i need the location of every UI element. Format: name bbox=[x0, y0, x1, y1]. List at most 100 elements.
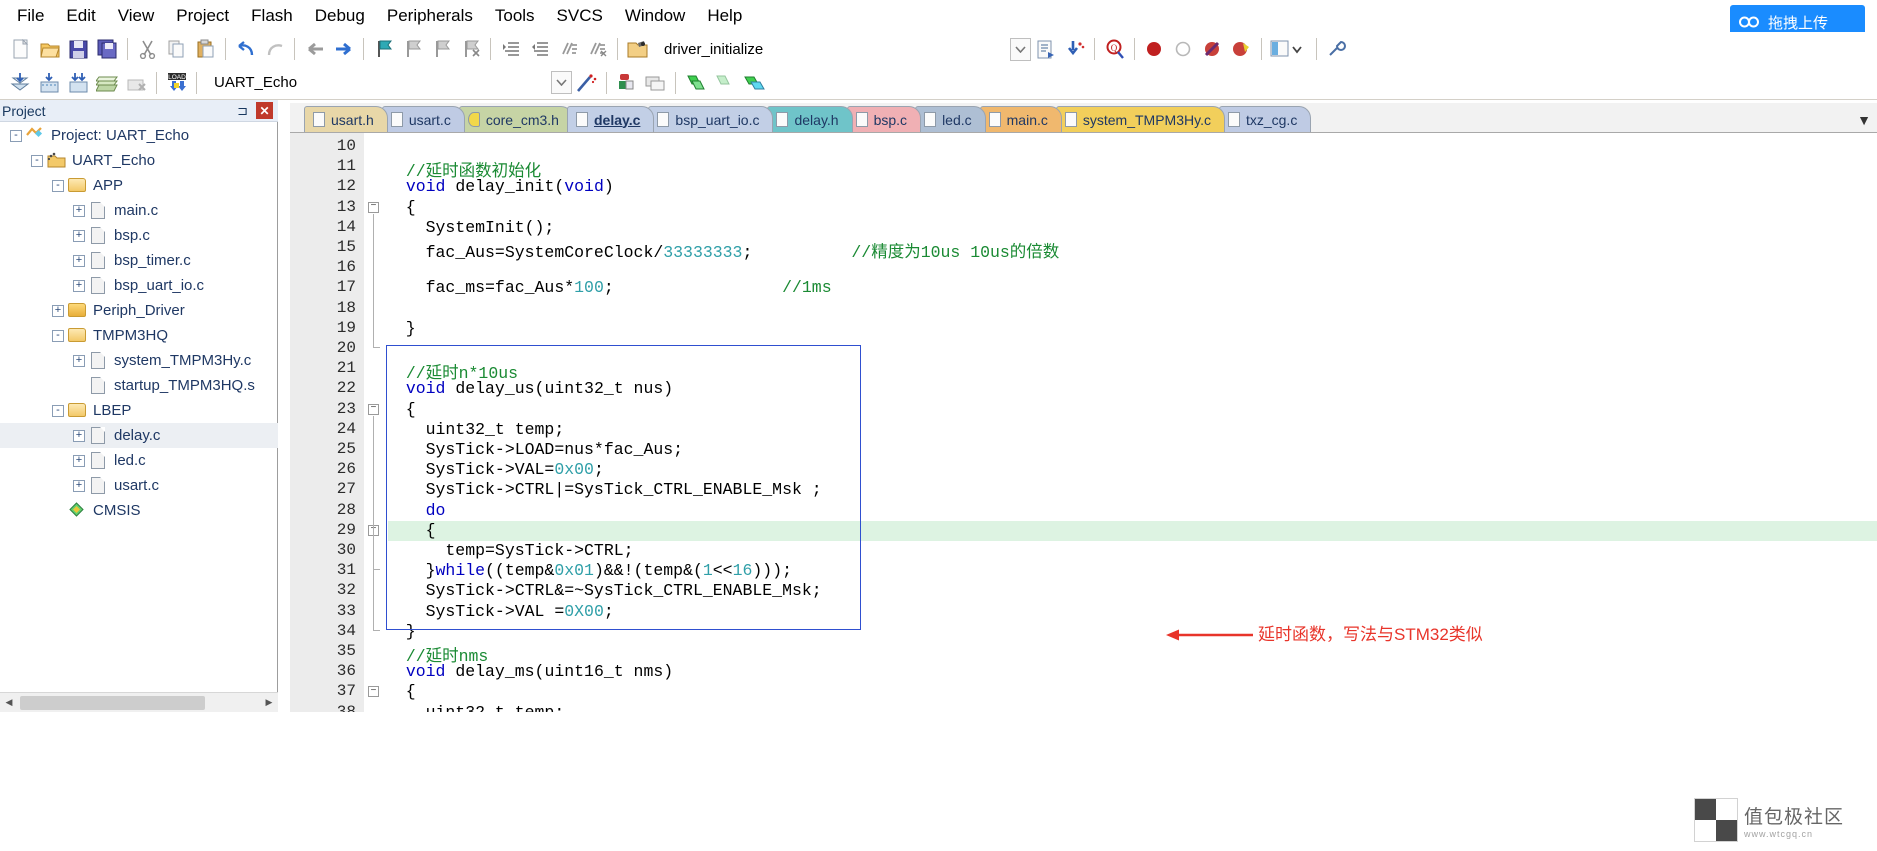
tree-item-bsp-timer-c[interactable]: + bsp_timer.c bbox=[0, 248, 278, 273]
code-line[interactable]: } bbox=[386, 622, 416, 641]
expand-icon[interactable]: + bbox=[73, 354, 85, 367]
tab-core-cm3-h[interactable]: core_cm3.h bbox=[458, 106, 573, 132]
tab-delay-c[interactable]: delay.c bbox=[566, 106, 655, 132]
new-file-icon[interactable] bbox=[6, 35, 35, 63]
stop-build-icon[interactable] bbox=[122, 69, 151, 97]
find-in-files-icon[interactable]: Q bbox=[1100, 35, 1129, 63]
code-line[interactable]: }while((temp&0x01)&&!(temp&(1<<16))); bbox=[386, 561, 792, 580]
menu-item-view[interactable]: View bbox=[107, 3, 166, 29]
batch-build-icon[interactable] bbox=[1031, 35, 1060, 63]
cut-icon[interactable] bbox=[133, 35, 162, 63]
books-window-icon[interactable] bbox=[710, 69, 739, 97]
tree-item-usart-c[interactable]: + usart.c bbox=[0, 473, 278, 498]
insert-breakpoint-icon[interactable] bbox=[1140, 35, 1169, 63]
code-content[interactable]: 10 11 //延时函数初始化 12 void delay_init(void) 13… bbox=[290, 133, 1877, 712]
project-window-icon[interactable] bbox=[681, 69, 710, 97]
tree-item-app[interactable]: - APP bbox=[0, 173, 278, 198]
redo-icon[interactable] bbox=[260, 35, 289, 63]
disable-breakpoint-icon[interactable] bbox=[1169, 35, 1198, 63]
code-line[interactable]: uint32_t temp; bbox=[386, 420, 565, 439]
expand-icon[interactable]: + bbox=[73, 279, 85, 292]
tab-led-c[interactable]: led.c bbox=[915, 106, 986, 132]
next-bookmark-icon[interactable] bbox=[427, 35, 456, 63]
code-line[interactable]: fac_ms=fac_Aus*100; //1ms bbox=[386, 278, 832, 297]
menu-item-window[interactable]: Window bbox=[614, 3, 696, 29]
tab-system-tmpm3hy-c[interactable]: system_TMPM3Hy.c bbox=[1055, 106, 1225, 132]
functions-window-icon[interactable] bbox=[739, 69, 768, 97]
tab-main-c[interactable]: main.c bbox=[979, 106, 1062, 132]
menu-item-tools[interactable]: Tools bbox=[484, 3, 546, 29]
fold-toggle-icon[interactable]: − bbox=[368, 686, 379, 698]
tree-item-startup-tmpm3hq-s[interactable]: startup_TMPM3HQ.s bbox=[0, 373, 278, 398]
tree-item-lbep[interactable]: - LBEP bbox=[0, 398, 278, 423]
code-line[interactable]: SysTick->VAL=0x00; bbox=[386, 460, 604, 479]
batch-build-icon[interactable] bbox=[93, 69, 122, 97]
code-editor[interactable]: 10 11 //延时函数初始化 12 void delay_init(void) 13… bbox=[290, 133, 1877, 712]
load-icon[interactable]: LOAD bbox=[162, 69, 191, 97]
code-line[interactable]: { bbox=[386, 682, 416, 701]
tree-item-system-tmpm3hy-c[interactable]: + system_TMPM3Hy.c bbox=[0, 348, 278, 373]
build-icon[interactable] bbox=[35, 69, 64, 97]
collapse-icon[interactable]: - bbox=[10, 129, 22, 142]
pin-icon[interactable]: ⊐ bbox=[237, 103, 248, 119]
navigate-back-icon[interactable] bbox=[300, 35, 329, 63]
code-line[interactable]: void delay_us(uint32_t nus) bbox=[386, 379, 673, 398]
code-line[interactable]: do bbox=[386, 501, 446, 520]
paste-icon[interactable] bbox=[191, 35, 220, 63]
function-combo[interactable]: driver_initialize bbox=[656, 37, 846, 62]
outdent-icon[interactable] bbox=[525, 35, 554, 63]
collapse-icon[interactable]: - bbox=[52, 404, 64, 417]
tab-delay-h[interactable]: delay.h bbox=[767, 106, 853, 132]
code-line[interactable]: fac_Aus=SystemCoreClock/33333333; //精度为1… bbox=[386, 238, 1060, 262]
kill-breakpoints-icon[interactable] bbox=[1227, 35, 1256, 63]
panel-splitter[interactable] bbox=[279, 100, 289, 712]
collapse-icon[interactable]: - bbox=[52, 329, 64, 342]
indent-icon[interactable] bbox=[496, 35, 525, 63]
code-line[interactable]: SysTick->CTRL&=~SysTick_CTRL_ENABLE_Msk; bbox=[386, 581, 822, 600]
tab-bsp-c[interactable]: bsp.c bbox=[846, 106, 922, 132]
collapse-icon[interactable]: - bbox=[31, 154, 43, 167]
tab-bsp-uart-io-c[interactable]: bsp_uart_io.c bbox=[648, 106, 774, 132]
tree-item-project-uart-echo[interactable]: - Project: UART_Echo bbox=[0, 123, 278, 148]
tree-item-delay-c[interactable]: + delay.c bbox=[0, 423, 278, 448]
code-line[interactable]: SysTick->CTRL|=SysTick_CTRL_ENABLE_Msk ; bbox=[386, 480, 822, 499]
clear-bookmarks-icon[interactable] bbox=[456, 35, 485, 63]
tree-item-bsp-c[interactable]: + bsp.c bbox=[0, 223, 278, 248]
code-line[interactable]: SysTick->LOAD=nus*fac_Aus; bbox=[386, 440, 683, 459]
comment-icon[interactable] bbox=[554, 35, 583, 63]
target-combo-arrow[interactable] bbox=[551, 71, 572, 94]
menu-item-file[interactable]: File bbox=[6, 3, 55, 29]
expand-icon[interactable]: + bbox=[73, 229, 85, 242]
menu-item-project[interactable]: Project bbox=[165, 3, 240, 29]
configure-icon[interactable] bbox=[1322, 35, 1351, 63]
expand-icon[interactable]: + bbox=[73, 479, 85, 492]
code-line[interactable]: uint32_t temp; bbox=[386, 703, 565, 712]
translate-icon[interactable] bbox=[6, 69, 35, 97]
download-icon[interactable] bbox=[1060, 35, 1089, 63]
project-hscrollbar[interactable]: ◀ ▶ bbox=[0, 692, 278, 712]
magic-wand-icon[interactable] bbox=[572, 69, 601, 97]
scroll-left-arrow[interactable]: ◀ bbox=[0, 693, 18, 712]
scroll-thumb[interactable] bbox=[20, 695, 205, 710]
insert-bookmark-icon[interactable] bbox=[369, 35, 398, 63]
expand-icon[interactable]: + bbox=[73, 204, 85, 217]
code-line[interactable]: void delay_ms(uint16_t nms) bbox=[386, 662, 673, 681]
scroll-right-arrow[interactable]: ▶ bbox=[260, 693, 278, 712]
menu-item-peripherals[interactable]: Peripherals bbox=[376, 3, 484, 29]
expand-icon[interactable]: + bbox=[52, 304, 64, 317]
tab-usart-h[interactable]: usart.h bbox=[304, 106, 388, 132]
menu-item-debug[interactable]: Debug bbox=[304, 3, 376, 29]
navigate-forward-icon[interactable] bbox=[329, 35, 358, 63]
code-line[interactable]: } bbox=[386, 319, 416, 338]
target-combo[interactable]: UART_Echo bbox=[206, 70, 396, 95]
chevron-down-icon[interactable]: ▼ bbox=[1857, 112, 1871, 128]
menu-item-flash[interactable]: Flash bbox=[240, 3, 304, 29]
code-line[interactable]: SystemInit(); bbox=[386, 218, 555, 237]
project-tree[interactable]: - Project: UART_Echo - UART_Echo - APP + main.c… bbox=[0, 123, 278, 688]
menu-item-svcs[interactable]: SVCS bbox=[546, 3, 614, 29]
expand-icon[interactable]: + bbox=[73, 254, 85, 267]
code-line[interactable]: void delay_init(void) bbox=[386, 177, 614, 196]
code-line[interactable]: { bbox=[386, 198, 416, 217]
open-file-icon[interactable] bbox=[35, 35, 64, 63]
code-line[interactable]: temp=SysTick->CTRL; bbox=[386, 541, 633, 560]
